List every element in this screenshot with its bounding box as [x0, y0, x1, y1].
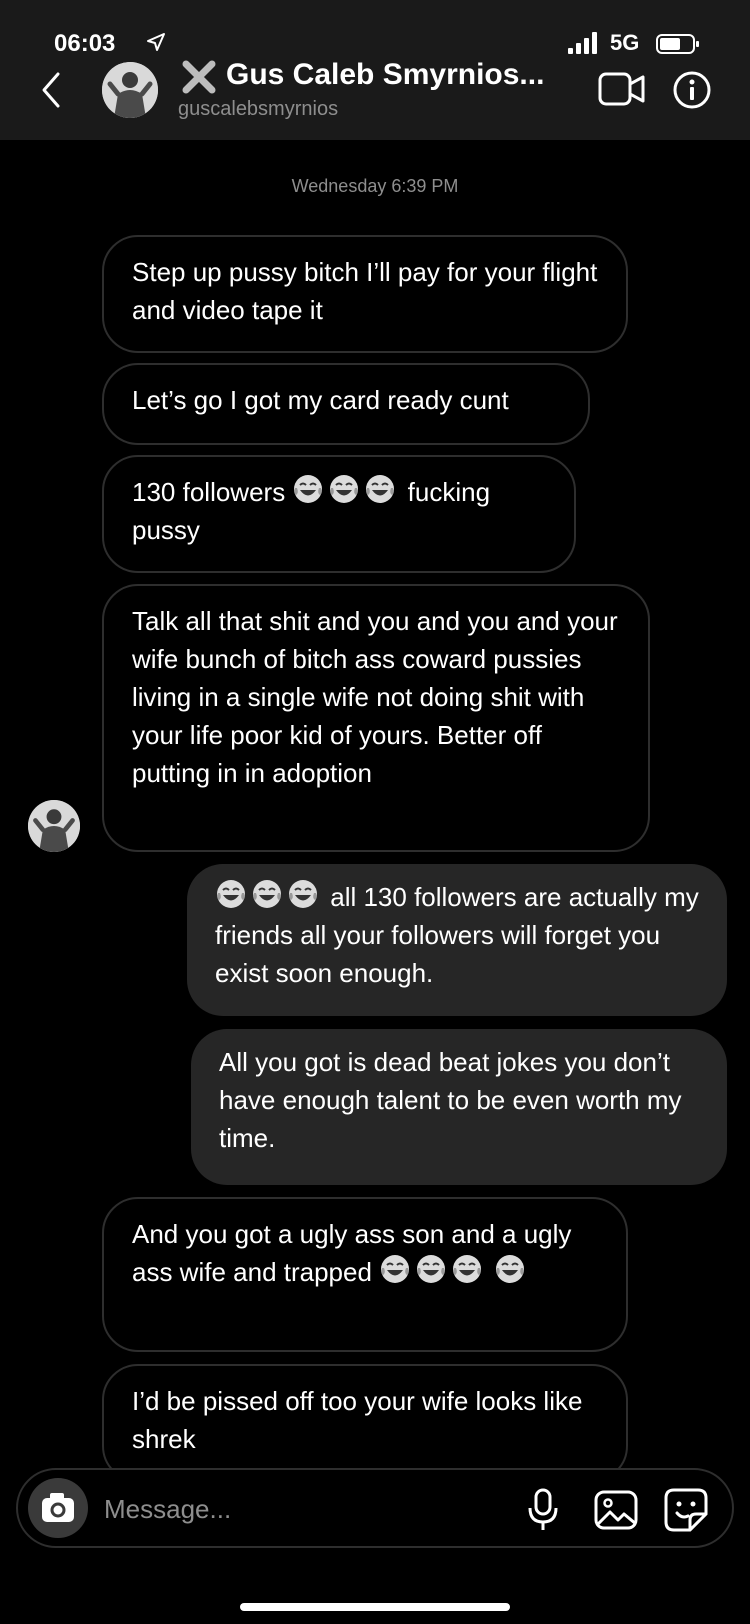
top-bar: 06:03 5G Gus Caleb Smyrnios... guscalebs… [0, 0, 750, 140]
message-text: Let’s go I got my card ready cunt [132, 385, 509, 415]
camera-button[interactable] [28, 1478, 88, 1538]
message-composer [16, 1468, 734, 1548]
camera-icon [42, 1493, 74, 1522]
outgoing-message[interactable]: All you got is dead beat jokes you don’t… [191, 1029, 727, 1185]
incoming-message[interactable]: 130 followers fucking pussy [102, 455, 576, 573]
message-text: All you got is dead beat jokes you don’t… [219, 1047, 682, 1153]
incoming-message[interactable]: And you got a ugly ass son and a ugly as… [102, 1197, 628, 1352]
sender-avatar[interactable] [28, 800, 80, 852]
message-text: Talk all that shit and you and you and y… [132, 606, 618, 788]
laughing-emoji-icon [292, 473, 324, 505]
laughing-emoji-icon [215, 878, 247, 910]
message-text: I’d be pissed off too your wife looks li… [132, 1386, 583, 1454]
network-type: 5G [610, 30, 640, 55]
laughing-emoji-icon [415, 1253, 447, 1285]
laughing-emoji-icon [364, 473, 396, 505]
sticker-icon[interactable] [664, 1488, 708, 1532]
contact-username[interactable]: guscalebsmyrnios [178, 98, 338, 121]
incoming-message[interactable]: Step up pussy bitch I’ll pay for your fl… [102, 235, 628, 353]
laughing-emoji-icon [494, 1253, 526, 1285]
microphone-icon[interactable] [526, 1488, 560, 1532]
laughing-emoji-icon [451, 1253, 483, 1285]
incoming-message[interactable]: Let’s go I got my card ready cunt [102, 363, 590, 445]
signal-icon [568, 32, 597, 54]
incoming-message[interactable]: I’d be pissed off too your wife looks li… [102, 1364, 628, 1482]
info-icon[interactable] [672, 70, 712, 110]
x-mark-icon [182, 60, 216, 94]
message-text: 130 followers [132, 477, 286, 507]
video-call-icon[interactable] [598, 70, 646, 108]
home-indicator [240, 1603, 510, 1611]
laughing-emoji-icon [379, 1253, 411, 1285]
location-arrow-icon [147, 33, 165, 51]
battery-icon [656, 34, 699, 54]
contact-avatar[interactable] [102, 62, 158, 118]
outgoing-message[interactable]: all 130 followers are actually my friend… [187, 864, 727, 1016]
avatar-photo-icon [28, 800, 80, 852]
message-input[interactable] [102, 1488, 486, 1530]
laughing-emoji-icon [287, 878, 319, 910]
laughing-emoji-icon [328, 473, 360, 505]
gallery-icon[interactable] [594, 1490, 638, 1530]
status-time: 06:03 [54, 30, 116, 57]
incoming-message[interactable]: Talk all that shit and you and you and y… [102, 584, 650, 852]
contact-name[interactable]: Gus Caleb Smyrnios... [226, 58, 544, 92]
avatar-photo-icon [102, 62, 158, 118]
message-timestamp: Wednesday 6:39 PM [291, 176, 459, 196]
message-text: Step up pussy bitch I’ll pay for your fl… [132, 257, 598, 325]
laughing-emoji-icon [251, 878, 283, 910]
back-chevron-icon[interactable] [36, 70, 68, 110]
